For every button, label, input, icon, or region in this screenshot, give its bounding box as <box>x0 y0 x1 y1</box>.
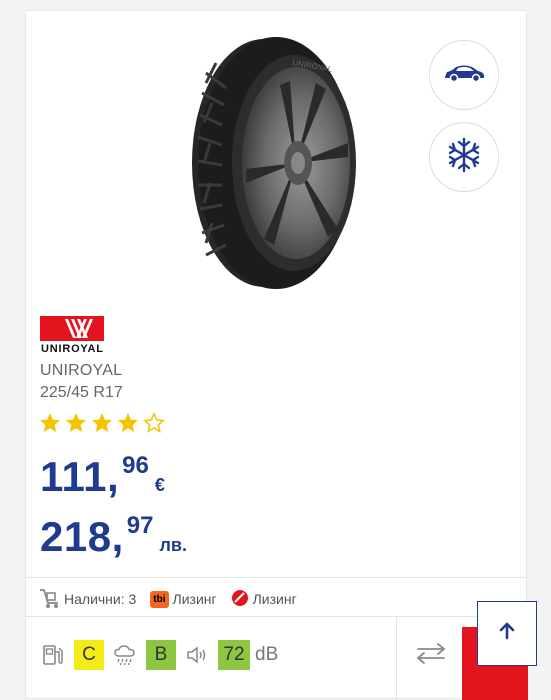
divider <box>26 577 526 578</box>
wet-grip-icon <box>110 640 140 670</box>
price-eur: 111, 96€ <box>40 452 165 500</box>
tire-image[interactable]: UNIROYAL <box>176 33 376 293</box>
star-full-icon <box>118 413 138 432</box>
compare-arrows-icon <box>415 641 447 670</box>
tire-size: 225/45 R17 <box>40 384 123 401</box>
star-full-icon <box>92 413 112 432</box>
tbi-badge: tbi <box>150 590 169 608</box>
snowflake-icon <box>445 136 483 179</box>
vertical-divider <box>396 616 397 700</box>
noise-unit: dB <box>255 644 279 665</box>
fuel-pump-icon <box>38 640 68 670</box>
noise-badge: 72 <box>218 640 250 670</box>
car-type-button[interactable] <box>429 40 499 110</box>
stock-info: Налични: 3 <box>38 587 136 612</box>
availability-row: Налични: 3 tbi Лизинг Лизинг <box>38 587 311 611</box>
product-card[interactable]: UNIROYAL UNIROYAL UNIROYAL 225/45 R17 11… <box>25 10 528 700</box>
speaker-icon <box>182 640 212 670</box>
scroll-to-top-button[interactable] <box>477 601 537 666</box>
price-bgn: 218, 97лв. <box>40 512 187 560</box>
fuel-class-badge: C <box>74 640 104 670</box>
star-full-icon <box>66 413 86 432</box>
rating-stars <box>38 411 166 435</box>
car-icon <box>442 62 486 89</box>
svg-text:UNIROYAL: UNIROYAL <box>41 343 103 354</box>
unicredit-icon <box>231 589 249 610</box>
unicredit-leasing[interactable]: Лизинг <box>231 589 297 610</box>
eu-label-row: C B 72 dB <box>38 639 278 671</box>
compare-button[interactable] <box>411 639 451 671</box>
star-full-icon <box>40 413 60 432</box>
brand-logo: UNIROYAL <box>40 316 104 359</box>
arrow-up-icon <box>497 621 517 646</box>
tbi-leasing[interactable]: tbi Лизинг <box>150 590 217 608</box>
divider <box>26 616 526 617</box>
star-empty-icon <box>143 411 165 433</box>
wet-grip-badge: B <box>146 640 176 670</box>
trolley-icon <box>38 587 60 612</box>
season-button[interactable] <box>429 122 499 192</box>
brand-name: UNIROYAL <box>40 362 123 379</box>
